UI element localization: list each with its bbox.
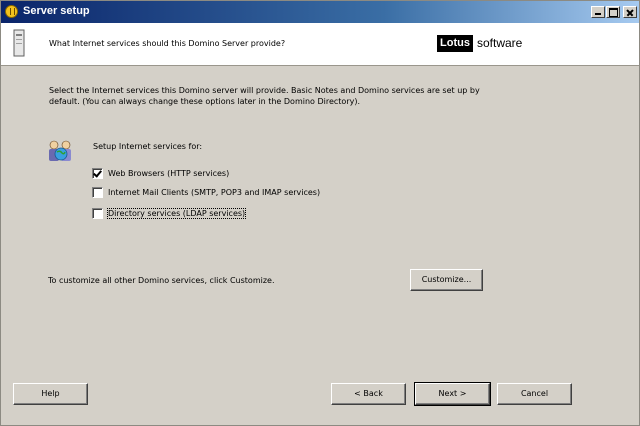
back-button[interactable]: < Back — [331, 383, 406, 405]
header-question: What Internet services should this Domin… — [49, 39, 286, 48]
ldap-checkbox[interactable] — [92, 208, 103, 219]
setup-services-label: Setup Internet services for: — [93, 142, 203, 151]
wizard-header: What Internet services should this Domin… — [1, 23, 639, 66]
document-icon — [13, 29, 25, 57]
mail-label[interactable]: Internet Mail Clients (SMTP, POP3 and IM… — [108, 188, 320, 197]
ldap-label[interactable]: Directory services (LDAP services) — [106, 208, 247, 219]
close-button[interactable] — [623, 6, 637, 18]
lotus-logo: Lotus — [437, 35, 473, 52]
intro-text: Select the Internet services this Domino… — [49, 86, 480, 106]
title-bar[interactable]: Server setup — [1, 1, 639, 23]
help-button[interactable]: Help — [13, 383, 88, 405]
service-option-mail[interactable]: Internet Mail Clients (SMTP, POP3 and IM… — [92, 186, 320, 199]
service-option-http[interactable]: Web Browsers (HTTP services) — [92, 167, 229, 180]
logo-suffix: software — [477, 36, 523, 50]
maximize-button[interactable] — [606, 6, 620, 18]
http-label[interactable]: Web Browsers (HTTP services) — [108, 169, 229, 178]
mail-checkbox[interactable] — [92, 187, 103, 198]
server-setup-window: Server setup What Internet services shou… — [0, 0, 640, 426]
minimize-button[interactable] — [591, 6, 605, 18]
service-option-ldap[interactable]: Directory services (LDAP services) — [92, 207, 247, 220]
cancel-button[interactable]: Cancel — [497, 383, 572, 405]
http-checkbox[interactable] — [92, 168, 103, 179]
customize-instructions: To customize all other Domino services, … — [48, 276, 275, 285]
users-globe-icon — [49, 140, 71, 161]
next-button[interactable]: Next > — [414, 382, 491, 406]
customize-button[interactable]: Customize... — [410, 269, 483, 291]
lotus-notes-icon — [5, 5, 18, 18]
window-title: Server setup — [23, 5, 90, 17]
